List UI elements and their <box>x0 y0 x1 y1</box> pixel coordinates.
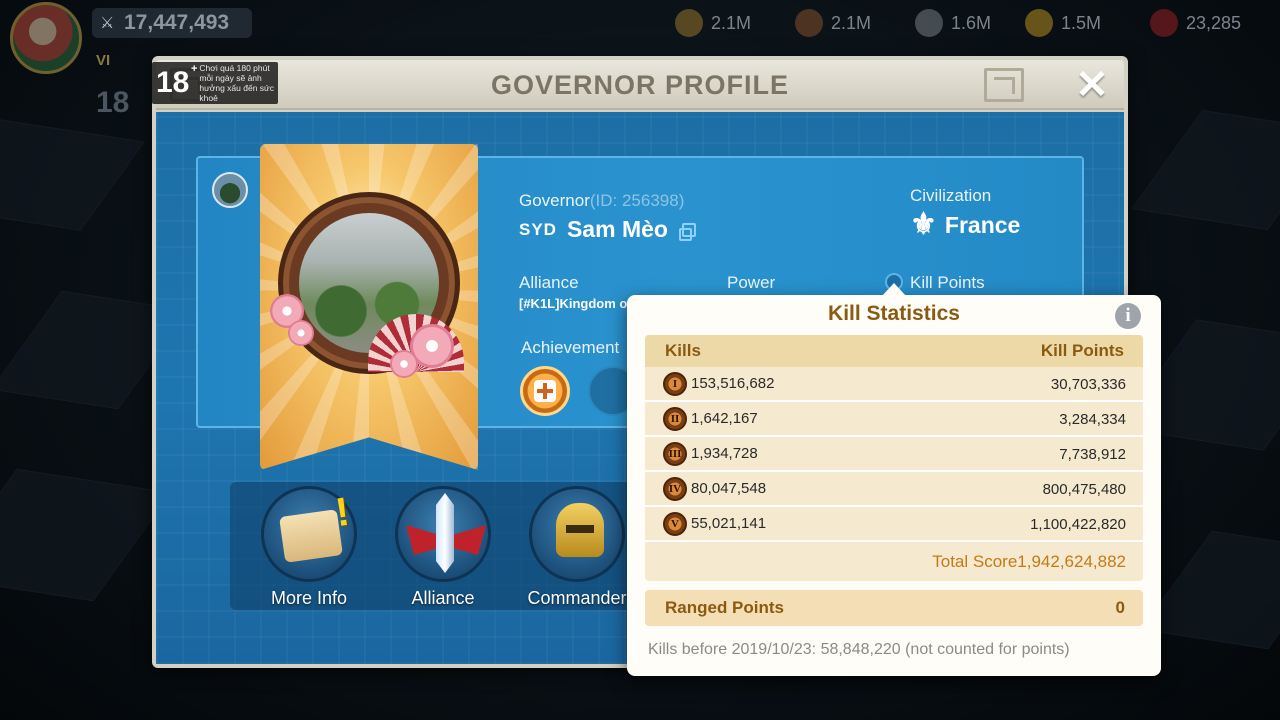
kill-statistics-title: Kill Statistics <box>828 302 960 325</box>
player-avatar <box>10 2 82 74</box>
popup-pointer <box>882 283 906 296</box>
kills-column-header: Kills <box>665 341 701 360</box>
resource-stone: 1.6M <box>915 8 991 38</box>
ranged-points-value: 0 <box>1115 598 1125 617</box>
kingdom-flag-icon[interactable] <box>212 172 248 208</box>
fleur-de-lis-icon: ⚜ <box>910 208 937 241</box>
governor-label: Governor(ID: 256398) <box>519 191 685 210</box>
alliance-name[interactable]: [#K1L]Kingdom o <box>519 296 627 311</box>
kill-statistics-table: Kills Kill Points I 153,516,682 30,703,3… <box>645 335 1143 581</box>
more-info-label: More Info <box>270 588 348 608</box>
governor-banner <box>260 144 478 470</box>
points-value: 1,100,422,820 <box>1030 516 1126 533</box>
alliance-button[interactable]: Alliance <box>384 486 502 609</box>
helmet-icon <box>556 503 604 557</box>
civilization-label: Civilization <box>910 186 992 205</box>
table-row: V 55,021,141 1,100,422,820 <box>645 507 1143 542</box>
power-sword-icon: ⚔ <box>100 13 115 32</box>
tier-3-icon: III <box>663 442 687 466</box>
tier-1-icon: I <box>663 372 687 396</box>
alliance-button-label: Alliance <box>411 588 475 608</box>
achievement-label: Achievement <box>521 338 620 357</box>
commander-button-label: Commander <box>527 588 627 608</box>
add-achievement-button[interactable] <box>520 366 570 416</box>
info-icon[interactable]: i <box>1115 303 1141 329</box>
gem-icon <box>1150 9 1178 37</box>
resource-wood: 2.1M <box>795 8 871 38</box>
total-score-label: Total Score <box>932 552 1018 571</box>
age-rating-number: 18 + <box>156 63 198 99</box>
power-value: 17,447,493 <box>124 11 230 34</box>
gold-icon <box>1025 9 1053 37</box>
resource-food: 2.1M <box>675 8 751 38</box>
alliance-label: Alliance <box>519 273 579 292</box>
table-row: IV 80,047,548 800,475,480 <box>645 472 1143 507</box>
kills-before-note: Kills before 2019/10/23: 58,848,220 (not… <box>648 641 1070 658</box>
age-rating-badge: 18 + Chơi quá 180 phút mỗi ngày sẽ ảnh hư… <box>152 62 278 104</box>
copy-icon[interactable] <box>678 222 696 241</box>
points-value: 3,284,334 <box>1059 411 1126 428</box>
tier-4-icon: IV <box>663 477 687 501</box>
table-row: II 1,642,167 3,284,334 <box>645 402 1143 437</box>
kill-points-label[interactable]: Kill Points <box>910 273 985 293</box>
points-value: 800,475,480 <box>1042 481 1126 498</box>
window-title-bar: GOVERNOR PROFILE ✕ <box>156 60 1124 110</box>
points-value: 30,703,336 <box>1050 376 1126 393</box>
governor-name-row: SYD Sam Mèo <box>519 216 696 243</box>
food-icon <box>675 9 703 37</box>
close-button[interactable]: ✕ <box>1074 65 1110 105</box>
commander-button[interactable]: Commander <box>518 486 636 609</box>
age-rating-warning: Chơi quá 180 phút mỗi ngày sẽ ảnh hưởng … <box>199 63 274 103</box>
stone-icon <box>915 9 943 37</box>
plus-icon <box>534 380 556 402</box>
points-value: 7,738,912 <box>1059 446 1126 463</box>
governor-id: (ID: 256398) <box>589 191 685 210</box>
ranged-points-label: Ranged Points <box>665 598 785 617</box>
more-info-button[interactable]: More Info <box>250 486 368 609</box>
tier-2-icon: II <box>663 407 687 431</box>
wood-icon <box>795 9 823 37</box>
governor-name: Sam Mèo <box>566 216 668 242</box>
table-row: III 1,934,728 7,738,912 <box>645 437 1143 472</box>
civilization-row: ⚜ France <box>910 210 1020 240</box>
kills-value: 1,934,728 <box>691 445 758 462</box>
alliance-disc <box>395 486 491 582</box>
resource-gold: 1.5M <box>1025 8 1101 38</box>
age-rating-shadow: 18 <box>96 86 130 119</box>
scroll-icon <box>279 509 343 563</box>
kills-value: 1,642,167 <box>691 410 758 427</box>
blossom-icon <box>288 320 314 346</box>
sword-emblem-icon <box>436 493 454 573</box>
kills-value: 55,021,141 <box>691 515 767 532</box>
power-display: ⚔ 17,447,493 <box>92 8 252 38</box>
power-label: Power <box>727 273 776 292</box>
vip-label: VI <box>96 52 111 69</box>
commander-disc <box>529 486 625 582</box>
window-title: GOVERNOR PROFILE <box>490 70 790 100</box>
kill-statistics-popup: Kill Statistics i Kills Kill Points I 15… <box>627 295 1161 676</box>
ranged-points-row: Ranged Points 0 <box>645 590 1143 626</box>
total-score: Total Score1,942,624,882 <box>932 552 1126 572</box>
blossom-icon <box>390 350 418 378</box>
total-score-value: 1,942,624,882 <box>1017 552 1126 571</box>
kill-points-column-header: Kill Points <box>1040 341 1124 360</box>
table-header: Kills Kill Points <box>645 335 1143 367</box>
civilization-name: France <box>944 211 1021 238</box>
top-resource-bar: ⚔ 17,447,493 2.1M 2.1M 1.6M 1.5M 23,285 <box>0 0 1280 74</box>
tier-5-icon: V <box>663 512 687 536</box>
kills-value: 80,047,548 <box>691 480 767 497</box>
alliance-tag: SYD <box>519 219 557 239</box>
resource-gems: 23,285 <box>1150 8 1241 38</box>
more-info-disc <box>261 486 357 582</box>
table-row: I 153,516,682 30,703,336 <box>645 367 1143 402</box>
kills-value: 153,516,682 <box>691 375 775 392</box>
